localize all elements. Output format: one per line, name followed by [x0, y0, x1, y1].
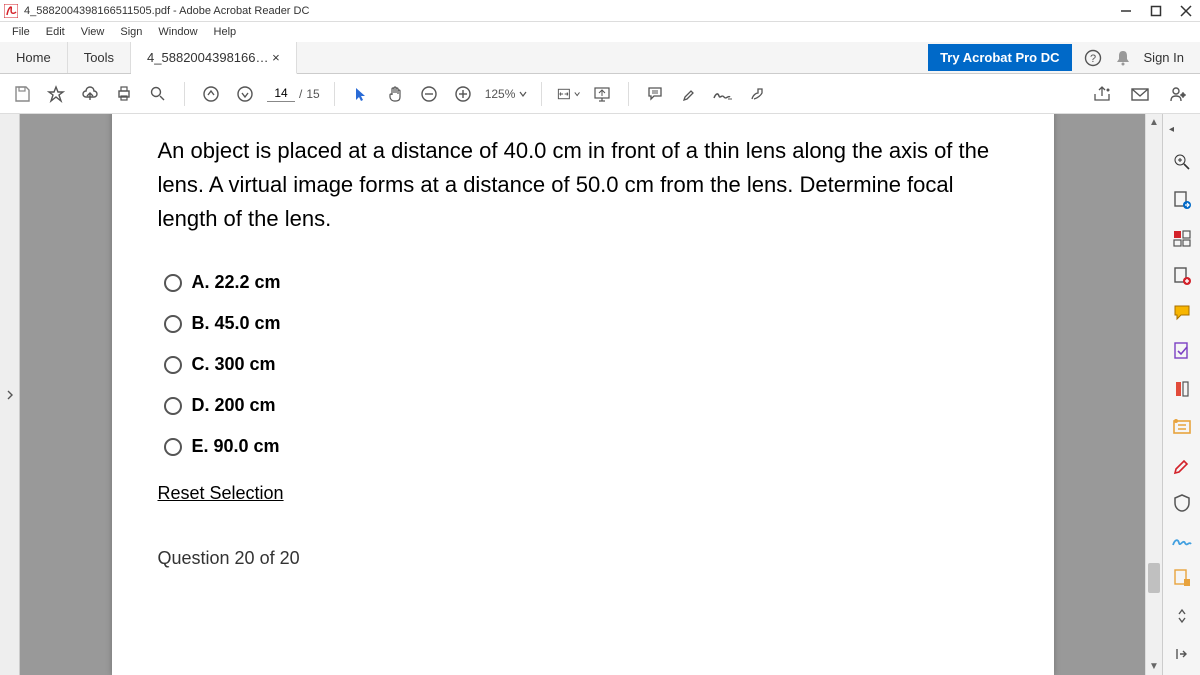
comment-tool-icon[interactable] — [1171, 302, 1193, 324]
read-mode-icon[interactable] — [590, 82, 614, 106]
question-text: An object is placed at a distance of 40.… — [158, 134, 1008, 236]
collapse-pane-icon[interactable] — [1171, 643, 1193, 665]
organize-icon[interactable] — [1171, 416, 1193, 438]
option-b[interactable]: B. 45.0 cm — [164, 313, 1008, 334]
title-bar: 4_5882004398166511505.pdf - Adobe Acroba… — [0, 0, 1200, 22]
radio-icon[interactable] — [164, 356, 182, 374]
menu-file[interactable]: File — [4, 24, 38, 40]
vertical-scrollbar[interactable]: ▲ ▼ — [1145, 114, 1162, 675]
selection-tool-icon[interactable] — [349, 82, 373, 106]
tab-document[interactable]: 4_5882004398166… × — [131, 42, 297, 74]
minimize-button[interactable] — [1120, 5, 1132, 17]
menu-bar: File Edit View Sign Window Help — [0, 22, 1200, 42]
option-d[interactable]: D. 200 cm — [164, 395, 1008, 416]
compress-icon[interactable] — [1171, 454, 1193, 476]
print-icon[interactable] — [112, 82, 136, 106]
edit-pdf-icon[interactable] — [1171, 265, 1193, 287]
maximize-button[interactable] — [1150, 5, 1162, 17]
page-indicator: / 15 — [267, 85, 320, 102]
document-viewport[interactable]: An object is placed at a distance of 40.… — [20, 114, 1145, 675]
radio-icon[interactable] — [164, 274, 182, 292]
save-icon[interactable] — [10, 82, 34, 106]
window-title: 4_5882004398166511505.pdf - Adobe Acroba… — [24, 5, 309, 17]
find-icon[interactable] — [146, 82, 170, 106]
option-e[interactable]: E. 90.0 cm — [164, 436, 1008, 457]
sign-in-link[interactable]: Sign In — [1144, 50, 1184, 65]
radio-icon[interactable] — [164, 397, 182, 415]
reset-selection-link[interactable]: Reset Selection — [158, 483, 284, 504]
option-c[interactable]: C. 300 cm — [164, 354, 1008, 375]
help-icon[interactable]: ? — [1084, 49, 1102, 67]
highlight-icon[interactable] — [677, 82, 701, 106]
left-nav-collapsed[interactable] — [0, 114, 20, 675]
zoom-level[interactable]: 125% — [485, 87, 528, 101]
page-down-icon[interactable] — [233, 82, 257, 106]
close-button[interactable] — [1180, 5, 1192, 17]
question-number: Question 20 of 20 — [158, 548, 1008, 569]
chevron-right-icon — [6, 390, 14, 400]
page-number-input[interactable] — [267, 85, 295, 102]
hand-tool-icon[interactable] — [383, 82, 407, 106]
collapse-tool-arrow[interactable]: ◂ — [1169, 124, 1174, 135]
chevron-down-icon — [519, 90, 527, 98]
stamp-icon[interactable] — [745, 82, 769, 106]
star-icon[interactable] — [44, 82, 68, 106]
svg-text:?: ? — [1089, 53, 1095, 65]
more-tools-icon[interactable] — [1171, 378, 1193, 400]
menu-view[interactable]: View — [73, 24, 113, 40]
sign-icon[interactable] — [711, 82, 735, 106]
share-icon[interactable] — [1090, 82, 1114, 106]
fit-width-icon[interactable] — [556, 82, 580, 106]
zoom-in-icon[interactable] — [451, 82, 475, 106]
zoom-out-icon[interactable] — [417, 82, 441, 106]
menu-edit[interactable]: Edit — [38, 24, 73, 40]
menu-window[interactable]: Window — [150, 24, 205, 40]
signature-tool-icon[interactable] — [1171, 530, 1193, 552]
pdf-page: An object is placed at a distance of 40.… — [112, 114, 1054, 675]
protect-tool-icon[interactable] — [1171, 492, 1193, 514]
notifications-icon[interactable] — [1114, 49, 1132, 67]
people-icon[interactable] — [1166, 82, 1190, 106]
export-pdf-icon[interactable] — [1171, 189, 1193, 211]
comment-icon[interactable] — [643, 82, 667, 106]
page-up-icon[interactable] — [199, 82, 223, 106]
page-total: 15 — [306, 87, 319, 101]
search-tool-icon[interactable] — [1171, 151, 1193, 173]
menu-help[interactable]: Help — [206, 24, 245, 40]
fill-sign-tool-icon[interactable] — [1171, 340, 1193, 362]
email-icon[interactable] — [1128, 82, 1152, 106]
radio-icon[interactable] — [164, 315, 182, 333]
scroll-down-icon[interactable]: ▼ — [1146, 658, 1162, 675]
tab-home[interactable]: Home — [0, 42, 68, 73]
scroll-track[interactable] — [1146, 131, 1162, 658]
tools-pane: ◂ — [1162, 114, 1200, 675]
option-a[interactable]: A. 22.2 cm — [164, 272, 1008, 293]
radio-icon[interactable] — [164, 438, 182, 456]
menu-sign[interactable]: Sign — [112, 24, 150, 40]
create-pdf-icon[interactable] — [1171, 227, 1193, 249]
convert-tool-icon[interactable] — [1171, 567, 1193, 589]
acrobat-icon — [4, 4, 18, 18]
tab-bar: Home Tools 4_5882004398166… × Try Acroba… — [0, 42, 1200, 74]
scroll-thumb[interactable] — [1148, 563, 1160, 593]
updown-icon[interactable] — [1171, 605, 1193, 627]
try-acrobat-pro-button[interactable]: Try Acrobat Pro DC — [928, 44, 1071, 71]
toolbar: / 15 125% — [0, 74, 1200, 114]
scroll-up-icon[interactable]: ▲ — [1146, 114, 1162, 131]
tab-tools[interactable]: Tools — [68, 42, 131, 73]
cloud-icon[interactable] — [78, 82, 102, 106]
